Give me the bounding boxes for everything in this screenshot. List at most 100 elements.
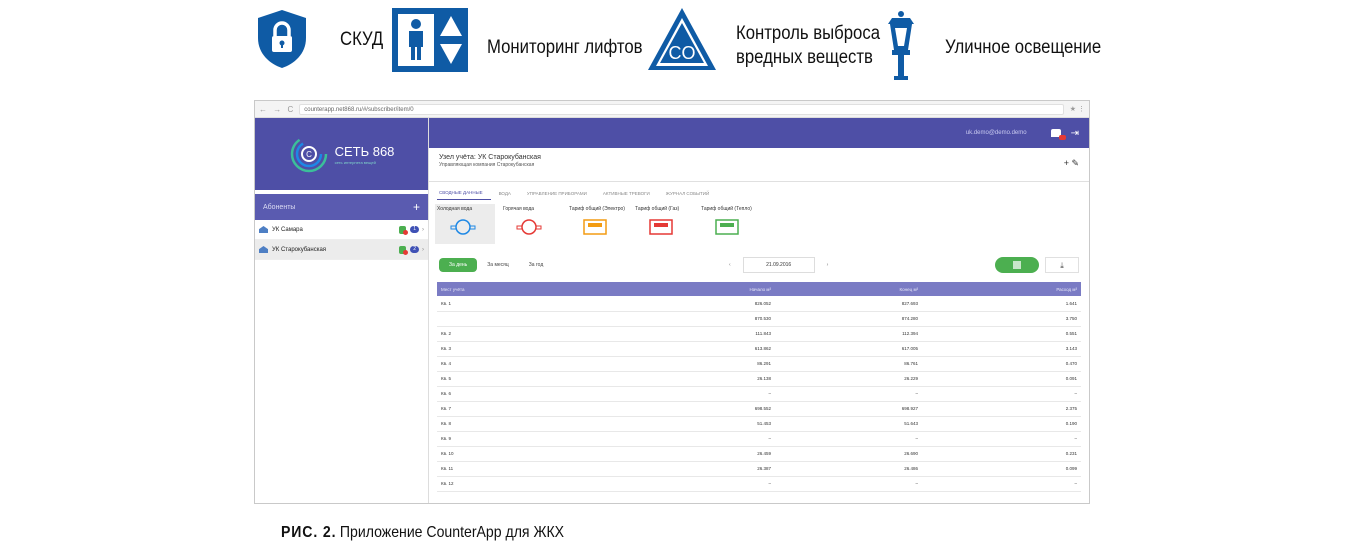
count-badge: 1	[410, 226, 419, 233]
add-subscriber-button[interactable]: +	[413, 200, 420, 214]
cell-end: 698.927	[775, 401, 923, 417]
cell-consumption: 3.750	[922, 311, 1081, 327]
browser-menu-icon[interactable]: ★ ⋮	[1070, 105, 1085, 113]
col-header-start[interactable]: Начало м³	[611, 282, 775, 296]
cell-location: Кв. 6	[437, 386, 612, 402]
street-lamp-icon	[888, 11, 914, 80]
figure-caption: РИС. 2. Приложение CounterApp для ЖКХ	[281, 524, 564, 542]
tab-log[interactable]: Журнал событий	[664, 191, 717, 200]
table-row[interactable]: Кв. 3 613.862 617.005 3.143	[437, 341, 1081, 357]
tab-devices[interactable]: Управление приборами	[525, 191, 595, 200]
cell-start: 86.291	[611, 356, 775, 372]
url-field[interactable]: counterapp.net868.ru/#/subscriber/item/0	[299, 103, 1064, 115]
node-header: Узел учёта: УК Старокубанская Управляюща…	[429, 148, 1089, 182]
cell-end: –	[775, 431, 923, 447]
date-input[interactable]: 21.09.2016	[742, 257, 815, 273]
logout-icon[interactable]: ⇥	[1071, 128, 1079, 139]
table-row[interactable]: Кв. 7 698.552 698.927 2.375	[437, 401, 1081, 417]
cell-consumption: 0.231	[922, 446, 1081, 462]
alarm-icon	[399, 225, 409, 235]
meter-gas[interactable]: Тариф общий (Газ)	[633, 204, 693, 244]
next-date-icon[interactable]: ›	[827, 262, 829, 268]
cold-water-meter-icon	[450, 219, 476, 235]
meter-types: Холодная вода Горячая вода Тариф общий (…	[429, 200, 1089, 248]
cell-start: –	[611, 476, 775, 492]
cell-consumption: 3.143	[922, 341, 1081, 357]
feature-label-skud: СКУД	[340, 29, 384, 50]
table-header-row: Мест учёта Начало м³ Конец м³ Расход м³	[437, 282, 1081, 296]
cell-end: 86.761	[775, 356, 923, 372]
count-badge: 2	[410, 246, 419, 253]
co-text: CO	[669, 43, 696, 63]
col-header-location[interactable]: Мест учёта	[437, 282, 612, 296]
building-icon	[259, 226, 268, 233]
cell-start: 613.862	[611, 341, 775, 357]
table-row[interactable]: Кв. 10 26.459 26.690 0.231	[437, 446, 1081, 462]
logo-icon: C	[290, 135, 327, 173]
subscribers-title: Абоненты	[263, 203, 296, 211]
cell-consumption: –	[922, 431, 1081, 447]
period-year-button[interactable]: За год	[518, 258, 554, 272]
cell-start: 870.530	[611, 311, 775, 327]
table-row[interactable]: Кв. 1 826.052 827.693 1.641	[437, 296, 1081, 312]
sidebar-item-samara[interactable]: УК Самара 1 ›	[255, 220, 428, 240]
table-row[interactable]: Кв. 2 111.843 112.394 0.551	[437, 326, 1081, 342]
tab-summary[interactable]: Сводные данные	[437, 190, 491, 200]
node-subtitle: Управляющая компания Старокубанская	[439, 162, 535, 168]
sidebar-item-starokubanskaya[interactable]: УК Старокубанская 2 ›	[255, 240, 428, 260]
table-row[interactable]: Кв. 11 26.387 26.486 0.099	[437, 461, 1081, 477]
tab-water[interactable]: Вода	[497, 191, 519, 200]
table-row[interactable]: 870.530 874.280 3.750	[437, 311, 1081, 327]
meter-heat[interactable]: Тариф общий (Тепло)	[699, 204, 759, 244]
tab-alarms[interactable]: Активные тревоги	[601, 191, 658, 200]
table-row[interactable]: Кв. 6– – –	[437, 386, 1081, 402]
cell-location: Кв. 3	[437, 341, 612, 357]
table-row[interactable]: Кв. 9– – –	[437, 431, 1081, 447]
download-icon[interactable]: ⤓	[1045, 257, 1079, 273]
cell-end: 617.005	[775, 341, 923, 357]
brand-subtitle: сеть интернета вещей	[334, 159, 376, 165]
export-excel-button[interactable]	[995, 257, 1039, 273]
col-header-end[interactable]: Конец м³	[775, 282, 923, 296]
readings-table: Мест учёта Начало м³ Конец м³ Расход м³ …	[437, 282, 1081, 492]
node-actions[interactable]: + ✎	[1064, 158, 1079, 169]
cell-location: Кв. 8	[437, 416, 612, 432]
cell-end: 874.280	[775, 311, 923, 327]
table-row[interactable]: Кв. 4 86.291 86.761 0.470	[437, 356, 1081, 372]
cell-end: –	[775, 476, 923, 492]
user-email[interactable]: uk.demo@demo.demo	[966, 130, 1027, 136]
hot-water-meter-icon	[516, 219, 542, 235]
cell-end: 51.643	[775, 416, 923, 432]
cell-start: 26.138	[611, 371, 775, 387]
prev-date-icon[interactable]: ‹	[729, 262, 731, 268]
date-navigator: ‹ 21.09.2016 ›	[729, 257, 828, 273]
meter-cold-water[interactable]: Холодная вода	[435, 204, 495, 244]
sidebar-item-label: УК Старокубанская	[272, 246, 327, 253]
browser-nav-buttons[interactable]: ← → C	[259, 105, 295, 114]
table-row[interactable]: Кв. 5 26.138 26.229 0.091	[437, 371, 1081, 387]
meter-electricity[interactable]: Тариф общий (Электро)	[567, 204, 627, 244]
sidebar: C СЕТЬ 868 сеть интернета вещей Абоненты…	[255, 118, 429, 503]
table-row[interactable]: Кв. 12– – –	[437, 476, 1081, 492]
cell-consumption: –	[922, 386, 1081, 402]
cell-location: Кв. 9	[437, 431, 612, 447]
cell-end: 26.229	[775, 371, 923, 387]
table-body: Кв. 1 826.052 827.693 1.641 870.530 874.280 3.…	[437, 296, 1081, 492]
col-header-consumption[interactable]: Расход м³	[922, 282, 1081, 296]
period-month-button[interactable]: За месяц	[477, 258, 519, 272]
meter-label: Тариф общий (Электро)	[569, 206, 625, 212]
caption-text: Приложение CounterApp для ЖКХ	[339, 524, 565, 541]
heat-meter-icon	[715, 219, 739, 235]
feature-label-street-lighting: Уличное освещение	[945, 37, 1102, 58]
feature-label-emissions-2: вредных веществ	[736, 46, 873, 68]
notifications-icon[interactable]	[1050, 129, 1066, 140]
main-panel: uk.demo@demo.demo ⇥ Узел учёта: УК Старо…	[429, 118, 1089, 503]
meter-hot-water[interactable]: Горячая вода	[501, 204, 561, 244]
cell-location: Кв. 12	[437, 476, 612, 492]
tab-bar: Сводные данные Вода Управление приборами…	[429, 182, 1089, 200]
period-day-button[interactable]: За день	[439, 258, 478, 272]
cell-consumption: 0.190	[922, 416, 1081, 432]
cell-consumption: 0.099	[922, 461, 1081, 477]
cell-consumption: –	[922, 476, 1081, 492]
table-row[interactable]: Кв. 8 51.453 51.643 0.190	[437, 416, 1081, 432]
